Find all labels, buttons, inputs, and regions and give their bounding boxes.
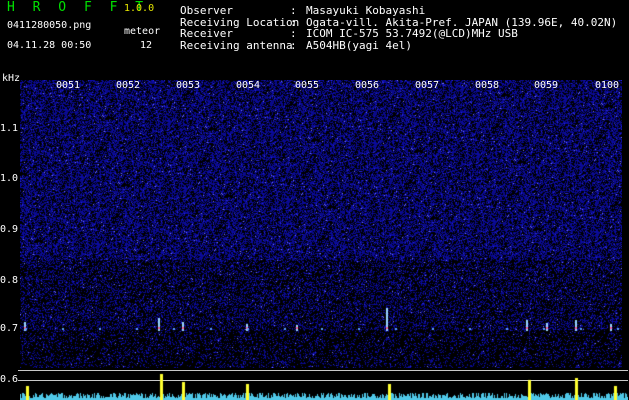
- x-tick-label: 0100: [595, 80, 620, 91]
- x-tick-label: 0053: [176, 80, 201, 91]
- info-separator: :: [290, 27, 297, 40]
- info-separator: :: [290, 38, 297, 52]
- info-row-observer: Observer : Masayuki Kobayashi: [180, 5, 617, 17]
- x-tick-label: 0059: [534, 80, 559, 91]
- info-row-antenna: Receiving antenna : A504HB(yagi 4el): [180, 38, 617, 52]
- y-tick-label: 1.1: [0, 123, 19, 134]
- info-value: Masayuki Kobayashi: [306, 4, 426, 17]
- info-separator: :: [290, 4, 297, 17]
- x-tick-label: 0057: [415, 80, 440, 91]
- x-tick-label: 0056: [355, 80, 380, 91]
- meteor-label: meteor: [124, 26, 161, 37]
- x-tick-label: 0051: [56, 80, 81, 91]
- version-label: 1.0.0: [124, 3, 155, 14]
- station-info: Observer : Masayuki Kobayashi Receiving …: [180, 5, 617, 51]
- info-key: Observer: [180, 4, 233, 17]
- x-tick-label: 0054: [236, 80, 261, 91]
- meteor-count: 12: [140, 40, 153, 51]
- y-axis-unit: kHz: [2, 73, 21, 84]
- info-row-receiver: Receiver : ICOM IC-575 53.7492(@LCD)MHz …: [180, 28, 617, 40]
- signal-level-meter: [20, 371, 628, 400]
- y-tick-label: 0.7: [0, 323, 19, 334]
- info-value: ICOM IC-575 53.7492(@LCD)MHz USB: [306, 27, 518, 40]
- y-tick-label: 1.0: [0, 173, 19, 184]
- info-value: A504HB(yagi 4el): [306, 38, 412, 52]
- info-key: Receiving antenna: [180, 38, 293, 52]
- spectrogram: [20, 80, 622, 368]
- y-tick-label: 0.6: [0, 374, 19, 385]
- datetime-label: 04.11.28 00:50: [7, 40, 92, 51]
- x-tick-label: 0055: [295, 80, 320, 91]
- x-tick-label: 0058: [475, 80, 500, 91]
- filename-label: 0411280050.png: [7, 20, 92, 31]
- x-tick-label: 0052: [116, 80, 141, 91]
- y-tick-label: 0.9: [0, 224, 19, 235]
- info-key: Receiver: [180, 27, 233, 40]
- y-tick-label: 0.8: [0, 275, 19, 286]
